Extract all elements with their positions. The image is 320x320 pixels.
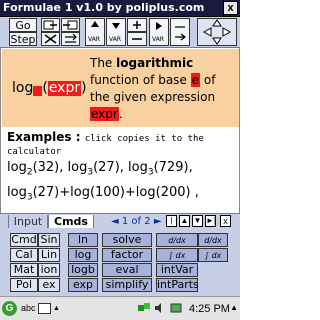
start-icon[interactable]: G (2, 301, 17, 316)
four-way-arrows-icon[interactable] (197, 18, 237, 46)
var-add-icon[interactable] (127, 18, 147, 32)
step-button[interactable]: Step (9, 32, 37, 46)
volume-icon[interactable] (153, 301, 167, 315)
example-log2-32[interactable]: log2(32) (7, 160, 59, 178)
cmd-key[interactable]: Cmd (10, 233, 38, 247)
content-area: log (expr) The logarithmic function of ba… (0, 48, 240, 213)
close-panel-icon[interactable]: x (220, 215, 231, 227)
undo-button[interactable] (170, 18, 190, 46)
base-placeholder[interactable] (33, 86, 43, 96)
formula-display[interactable]: log (expr) (12, 80, 87, 96)
examples-section: Examples : click copies it to the calcul… (7, 130, 237, 207)
description-panel: log (expr) The logarithmic function of ba… (2, 49, 239, 127)
definite-integral-key[interactable]: ∫ dx (198, 248, 228, 262)
description-keyword: logarithmic (116, 56, 194, 70)
var-label: VAR (109, 36, 121, 43)
mat-key[interactable]: Mat (10, 263, 38, 277)
function-description: The logarithmic function of base e of th… (90, 56, 216, 121)
integral-key[interactable]: ∫ dx (156, 248, 198, 262)
network-icon[interactable] (137, 301, 151, 315)
clear-icon[interactable] (41, 32, 60, 46)
logb-key[interactable]: logb (68, 263, 98, 277)
var-right-button[interactable]: VAR (149, 18, 169, 46)
page-down-icon[interactable]: ▼ (192, 215, 203, 227)
sin-key[interactable]: Sin (38, 233, 60, 247)
eval-key[interactable]: eval (102, 263, 152, 277)
last-page-icon[interactable]: ►| (205, 215, 216, 227)
var-label: VAR (152, 36, 164, 43)
store-icon[interactable] (41, 18, 60, 32)
base-highlight: e (190, 73, 201, 87)
examples-heading: Examples : click copies it to the (7, 130, 204, 144)
examples-line-2[interactable]: log3(27)+log(100)+log(200) , (7, 183, 237, 208)
formula-function: log (12, 80, 34, 96)
var-up-button[interactable]: VAR (85, 18, 105, 46)
intparts-key[interactable]: intParts (156, 278, 199, 292)
simplify-key[interactable]: simplify (102, 278, 152, 292)
cal-key[interactable]: Cal (10, 248, 38, 262)
var-remove-icon[interactable] (127, 32, 147, 46)
exp-key[interactable]: exp (68, 278, 98, 292)
derivative-key[interactable]: d/dx (156, 233, 198, 247)
page-indicator[interactable]: ◄ 1 of 2 ► (111, 215, 162, 228)
battery-icon[interactable] (169, 301, 183, 315)
examples-line-1: log2(32), log3(27), log3(729), (7, 160, 193, 178)
sip-arrow-icon[interactable]: ▲ (230, 303, 238, 312)
keypad: Cmd Cal Mat Pol Sin Lin ion ex ln log lo… (0, 228, 240, 296)
toolbar: Go Step VAR VAR VAR (0, 17, 240, 48)
next-page-icon[interactable]: ► (154, 216, 162, 227)
ion-key[interactable]: ion (38, 263, 60, 277)
recall-icon[interactable] (61, 18, 80, 32)
intvar-key[interactable]: intVar (156, 263, 198, 277)
keyboard-icon[interactable] (38, 303, 51, 314)
pol-key[interactable]: Pol (10, 278, 38, 292)
go-button[interactable]: Go (9, 18, 37, 32)
close-button[interactable]: x (223, 1, 238, 15)
input-method-label[interactable]: abc (21, 303, 36, 313)
log-key[interactable]: log (68, 248, 98, 262)
tabs-bar: Input Cmds ◄ 1 of 2 ► |◄ ▲ ▼ ►| x (0, 213, 240, 235)
examples-note: click copies it to the (84, 134, 204, 144)
second-derivative-key[interactable]: d/dx (198, 233, 228, 247)
ex-key[interactable]: ex (38, 278, 60, 292)
swap-icon[interactable] (61, 32, 80, 46)
example-log3-729[interactable]: log3(729) (128, 160, 189, 178)
first-page-icon[interactable]: |◄ (166, 215, 177, 235)
var-down-button[interactable]: VAR (106, 18, 126, 46)
tab-cmds[interactable]: Cmds (48, 215, 94, 229)
examples-note-cont: calculator (7, 147, 62, 157)
example-log3-27[interactable]: log3(27) (68, 160, 120, 178)
clock[interactable]: 4:25 PM (189, 303, 230, 315)
factor-key[interactable]: factor (102, 248, 152, 262)
lin-key[interactable]: Lin (38, 248, 60, 262)
ln-key[interactable]: ln (68, 233, 98, 247)
solve-key[interactable]: solve (102, 233, 152, 247)
expr-placeholder[interactable]: expr (47, 81, 82, 96)
title-bar: Formulae 1 v1.0 by poliplus.com x (0, 0, 240, 17)
window-title: Formulae 1 v1.0 by poliplus.com (3, 1, 205, 14)
input-menu-icon[interactable]: ▲ (53, 305, 60, 312)
tab-input[interactable]: Input (8, 215, 48, 229)
var-label: VAR (88, 36, 100, 43)
expr-highlight: expr (90, 107, 119, 121)
prev-page-icon[interactable]: ◄ (111, 216, 119, 227)
taskbar: G abc ▲ 4:25 PM ▲ (0, 296, 240, 320)
page-up-icon[interactable]: ▲ (179, 215, 190, 227)
